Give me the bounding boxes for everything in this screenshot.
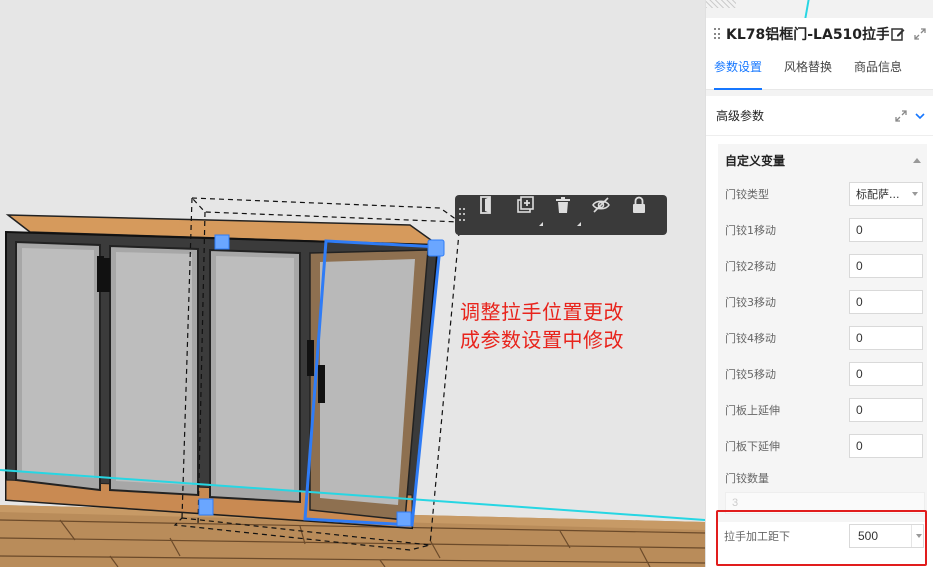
advanced-params-header[interactable]: 高级参数 — [706, 96, 933, 136]
property-panel: KL78铝框门-LA510拉手 参数设置 风格替换 商品信息 高级参数 自定义变… — [705, 18, 933, 567]
param-label: 门板上延伸 — [725, 404, 780, 417]
resize-handle[interactable] — [427, 239, 445, 257]
caret-down-icon — [912, 192, 918, 196]
drag-handle[interactable] — [459, 208, 467, 222]
object-toolbar — [455, 195, 667, 235]
param-label: 门铰5移动 — [725, 368, 776, 381]
param-row: 门铰类型 标配萨... — [718, 176, 927, 212]
drag-handle[interactable] — [714, 28, 720, 40]
panel-bottom-extend-input[interactable]: 0 — [849, 434, 923, 458]
edit-icon — [891, 28, 905, 41]
hinge-4-move-input[interactable]: 0 — [849, 326, 923, 350]
delete-button[interactable] — [553, 195, 591, 235]
copy-add-button[interactable] — [515, 195, 553, 235]
panel-top-extend-input[interactable]: 0 — [849, 398, 923, 422]
3d-viewport[interactable]: 调整拉手位置更改 成参数设置中修改 — [0, 0, 705, 567]
param-row: 门铰2移动 0 — [718, 248, 927, 284]
door-icon — [479, 196, 491, 214]
param-label: 门铰4移动 — [725, 332, 776, 345]
hide-icon — [591, 197, 610, 213]
resize-handle[interactable] — [198, 498, 214, 516]
handle-offset-row: 拉手加工距下 500 — [724, 523, 924, 549]
hinge-2-move-input[interactable]: 0 — [849, 254, 923, 278]
hinge-5-move-input[interactable]: 0 — [849, 362, 923, 386]
hide-button[interactable] — [591, 195, 629, 235]
param-label: 门铰1移动 — [725, 224, 776, 237]
edit-button[interactable] — [889, 25, 907, 43]
param-label: 门铰类型 — [725, 188, 769, 201]
tab-params[interactable]: 参数设置 — [714, 50, 763, 90]
resize-handle[interactable] — [396, 511, 412, 527]
param-label: 门铰2移动 — [725, 260, 776, 273]
param-row: 门铰5移动 0 — [718, 356, 927, 392]
lock-button[interactable] — [629, 195, 667, 235]
panel-top-strip — [705, 0, 933, 18]
tab-product-info[interactable]: 商品信息 — [854, 50, 902, 90]
hinge-type-select[interactable]: 标配萨... — [849, 182, 923, 206]
param-label: 门铰3移动 — [725, 296, 776, 309]
annotation-line-2: 成参数设置中修改 — [460, 328, 624, 352]
group-header[interactable]: 自定义变量 — [718, 144, 927, 176]
param-label: 拉手加工距下 — [724, 530, 790, 543]
door-button[interactable] — [477, 195, 515, 235]
tab-style[interactable]: 风格替换 — [784, 50, 832, 90]
select-value: 500 — [858, 529, 879, 543]
fullscreen-icon[interactable] — [895, 109, 907, 122]
hinge-3-move-input[interactable]: 0 — [849, 290, 923, 314]
caret-down-icon — [915, 534, 922, 538]
param-row: 门铰1移动 0 — [718, 212, 927, 248]
param-label: 门铰数量 — [725, 472, 769, 485]
chevron-down-icon[interactable] — [915, 112, 925, 120]
lock-icon — [632, 196, 645, 213]
collapse-icon[interactable] — [913, 157, 921, 163]
param-row: 门板上延伸 0 — [718, 392, 927, 428]
panel-tabs: 参数设置 风格替换 商品信息 — [706, 50, 933, 90]
param-row: 门铰4移动 0 — [718, 320, 927, 356]
param-row: 门铰3移动 0 — [718, 284, 927, 320]
annotation-note: 调整拉手位置更改 成参数设置中修改 — [460, 298, 624, 354]
section-title: 高级参数 — [716, 109, 765, 123]
panel-header: KL78铝框门-LA510拉手 — [706, 18, 933, 50]
handle-offset-select[interactable]: 500 — [849, 524, 924, 548]
param-label: 门板下延伸 — [725, 440, 780, 453]
expand-icon — [914, 28, 926, 40]
group-title: 自定义变量 — [725, 153, 786, 168]
select-value: 标配萨... — [856, 188, 900, 201]
panel-title: KL78铝框门-LA510拉手 — [726, 27, 889, 43]
trash-icon — [555, 197, 570, 213]
custom-variables-group: 自定义变量 门铰类型 标配萨... 门铰1移动 0 门铰2移动 0 门铰3移动 … — [718, 144, 927, 522]
annotation-line-1: 调整拉手位置更改 — [460, 300, 624, 324]
hinge-1-move-input[interactable]: 0 — [849, 218, 923, 242]
add-copy-icon — [516, 196, 534, 213]
resize-handle[interactable] — [214, 234, 230, 250]
scene-canvas[interactable] — [0, 0, 705, 567]
expand-button[interactable] — [911, 25, 929, 43]
param-row: 门板下延伸 0 — [718, 428, 927, 464]
